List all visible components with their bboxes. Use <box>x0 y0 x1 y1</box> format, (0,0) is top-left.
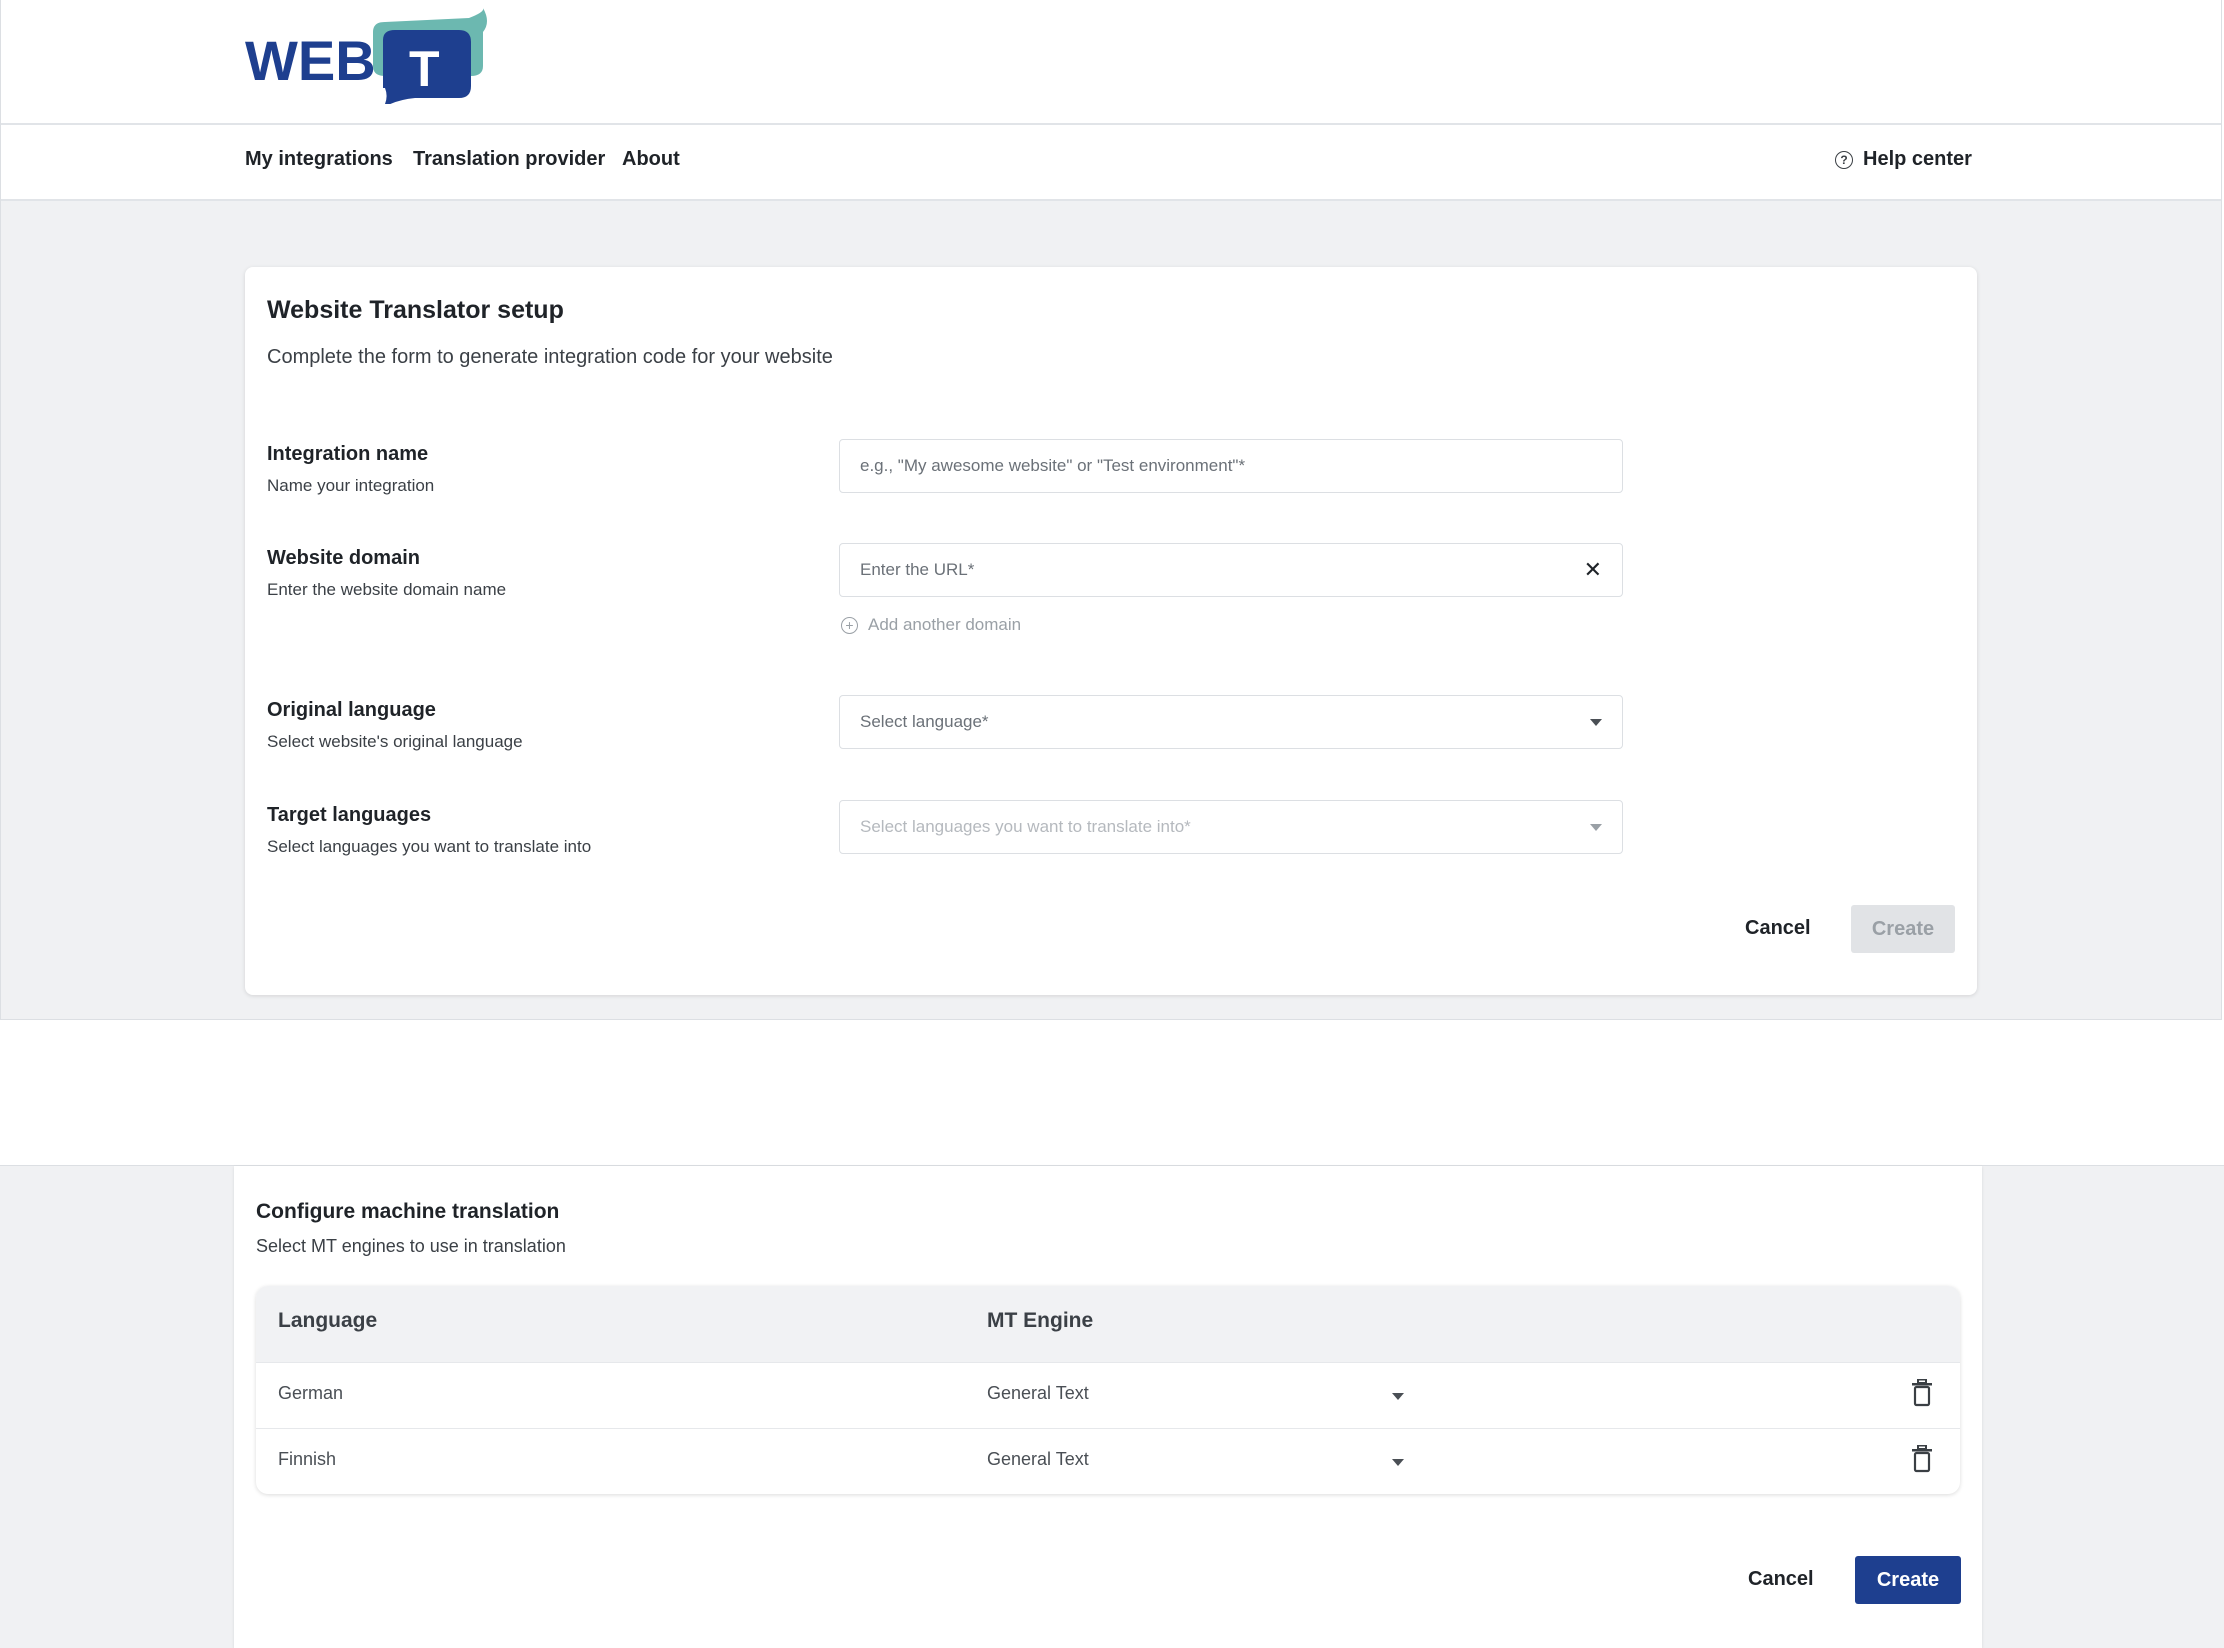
chevron-down-icon[interactable] <box>1392 1393 1404 1400</box>
close-icon[interactable]: ✕ <box>1584 559 1602 581</box>
integration-name-input[interactable]: e.g., "My awesome website" or "Test envi… <box>839 439 1623 493</box>
original-language-label: Original language <box>267 699 436 721</box>
page-subtitle: Complete the form to generate integratio… <box>267 346 833 368</box>
target-languages-select[interactable]: Select languages you want to translate i… <box>839 800 1623 854</box>
website-domain-placeholder: Enter the URL* <box>860 560 975 579</box>
integration-name-placeholder: e.g., "My awesome website" or "Test envi… <box>860 456 1246 475</box>
original-language-placeholder: Select language* <box>860 712 989 731</box>
original-language-select[interactable]: Select language* <box>839 695 1623 749</box>
table-row: German General Text <box>256 1362 1960 1428</box>
add-another-domain-button[interactable]: + Add another domain <box>841 615 1021 635</box>
logo-letter: T <box>409 41 440 97</box>
mt-config-screen: Configure machine translation Select MT … <box>0 1165 2224 1648</box>
original-language-hint: Select website's original language <box>267 732 523 751</box>
plus-circle-icon: + <box>841 616 858 634</box>
webt-logo[interactable]: WEB T <box>245 8 490 104</box>
integration-name-label: Integration name <box>267 443 429 465</box>
table-header: Language MT Engine <box>256 1286 1960 1362</box>
column-mt-engine: MT Engine <box>987 1309 1094 1332</box>
help-circle-icon: ? <box>1835 150 1853 169</box>
target-languages-placeholder: Select languages you want to translate i… <box>860 817 1191 836</box>
nav-translation-provider[interactable]: Translation provider <box>413 148 605 171</box>
mt-section-subtitle: Select MT engines to use in translation <box>256 1236 566 1256</box>
trash-icon[interactable] <box>1911 1379 1933 1407</box>
row-language: German <box>278 1383 344 1403</box>
column-language: Language <box>278 1309 378 1332</box>
row-language: Finnish <box>278 1449 337 1469</box>
create-button[interactable]: Create <box>1855 1556 1961 1604</box>
cancel-button[interactable]: Cancel <box>1748 1568 1814 1591</box>
nav-about[interactable]: About <box>622 148 680 171</box>
table-row: Finnish General Text <box>256 1428 1960 1494</box>
help-center-label: Help center <box>1863 148 1972 170</box>
create-button[interactable]: Create <box>1851 905 1955 953</box>
target-languages-hint: Select languages you want to translate i… <box>267 837 592 856</box>
chevron-down-icon[interactable] <box>1590 718 1602 726</box>
add-another-domain-label: Add another domain <box>868 615 1022 634</box>
cancel-button[interactable]: Cancel <box>1745 917 1811 940</box>
website-domain-input[interactable]: Enter the URL* ✕ <box>839 543 1623 597</box>
website-domain-hint: Enter the website domain name <box>267 580 507 599</box>
setup-screen: WEB T My integrations Translation provid… <box>0 0 2222 1020</box>
logo-header: WEB T <box>1 0 2221 125</box>
nav-my-integrations[interactable]: My integrations <box>245 148 393 171</box>
mt-section-title: Configure machine translation <box>256 1200 560 1223</box>
integration-name-hint: Name your integration <box>267 476 435 495</box>
main-nav: My integrations Translation provider Abo… <box>1 125 2221 201</box>
trash-icon[interactable] <box>1911 1445 1933 1473</box>
page-title: Website Translator setup <box>267 296 564 324</box>
row-engine-select[interactable]: General Text <box>987 1383 1089 1404</box>
mt-config-card: Configure machine translation Select MT … <box>234 1166 1982 1648</box>
target-languages-label: Target languages <box>267 804 432 826</box>
logo-text: WEB <box>245 29 376 92</box>
help-center-link[interactable]: ? Help center <box>1835 148 1972 171</box>
chevron-down-icon[interactable] <box>1392 1459 1404 1466</box>
mt-engine-table: Language MT Engine German General Text F… <box>256 1286 1960 1494</box>
row-engine-select[interactable]: General Text <box>987 1449 1089 1470</box>
website-domain-label: Website domain <box>267 547 420 569</box>
setup-card: Website Translator setup Complete the fo… <box>245 267 1977 995</box>
chevron-down-icon[interactable] <box>1590 823 1602 831</box>
